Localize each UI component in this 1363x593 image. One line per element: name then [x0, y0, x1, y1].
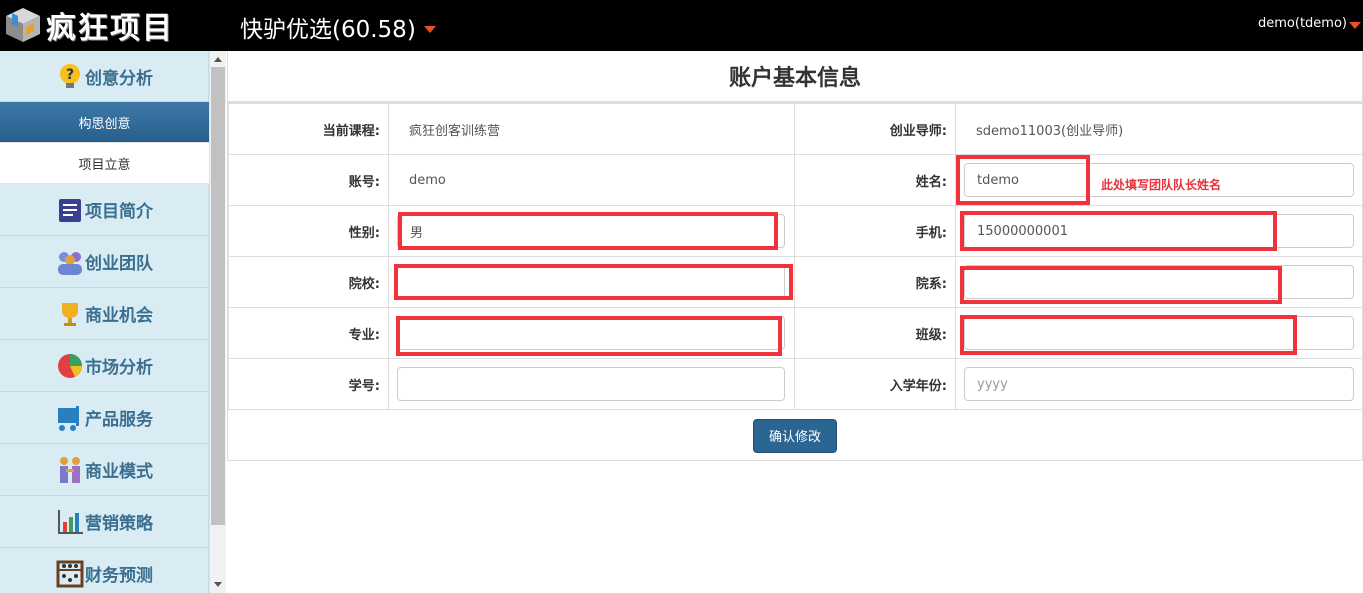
caret-down-icon [1349, 22, 1361, 29]
name-hint-text: 此处填写团队队长姓名 [1101, 178, 1222, 192]
department-input[interactable] [964, 265, 1354, 299]
lightbulb-question-icon: ? [55, 61, 85, 91]
school-input[interactable] [397, 265, 785, 299]
username: demo(tdemo) [1258, 16, 1347, 31]
scroll-up-arrow-icon[interactable] [214, 57, 222, 62]
account-info-panel: 账户基本信息 当前课程: 疯狂创客训练营 创业导师: sdemo11003(创业… [227, 51, 1363, 461]
account-cell: demo [388, 154, 795, 206]
enroll-year-cell: yyyy [955, 358, 1363, 410]
trophy-icon [55, 299, 85, 329]
course-label: 当前课程: [228, 103, 389, 155]
sidebar-category-business-model[interactable]: 商业模式 [0, 444, 209, 496]
mentor-label: 创业导师: [794, 103, 956, 155]
cube-logo-icon [2, 5, 44, 45]
table-row: 院校: 院系: [228, 256, 1363, 308]
sidebar-category-team[interactable]: 创业团队 [0, 236, 209, 288]
sidebar-category-label: 市场分析 [85, 358, 153, 378]
phone-input[interactable]: 15000000001 [964, 214, 1354, 248]
svg-text:?: ? [66, 67, 74, 83]
class-input[interactable] [964, 316, 1354, 350]
enroll-year-label: 入学年份: [794, 358, 956, 410]
sidebar-item-positioning[interactable]: 项目立意 [0, 143, 209, 184]
scroll-down-arrow-icon[interactable] [214, 582, 222, 587]
gender-input[interactable]: 男 [397, 214, 785, 248]
sidebar-category-marketing[interactable]: 营销策略 [0, 496, 209, 548]
major-label: 专业: [228, 307, 389, 359]
account-value: demo [409, 172, 446, 188]
school-cell [388, 256, 795, 308]
table-row: 专业: 班级: [228, 307, 1363, 359]
department-cell [955, 256, 1363, 308]
sidebar-category-label: 项目简介 [85, 202, 153, 222]
caret-down-icon [423, 25, 436, 33]
project-selector[interactable]: 快驴优选(60.58) [240, 10, 436, 44]
logo-text: 疯狂项目 [46, 11, 174, 46]
panel-title: 账户基本信息 [228, 51, 1362, 103]
mentor-cell: sdemo11003(创业导师) [955, 103, 1363, 155]
sidebar-category-products[interactable]: 产品服务 [0, 392, 209, 444]
team-icon [55, 247, 85, 277]
sidebar-category-label: 创业团队 [85, 254, 153, 274]
mentor-value: sdemo11003(创业导师) [976, 123, 1124, 139]
document-icon [55, 195, 85, 225]
sidebar-category-label: 创意分析 [85, 68, 153, 89]
phone-cell: 15000000001 [955, 205, 1363, 257]
sidebar-item-label: 项目立意 [78, 157, 131, 173]
confirm-button[interactable]: 确认修改 [753, 418, 837, 453]
class-label: 班级: [794, 307, 956, 359]
gender-cell: 男 [388, 205, 795, 257]
top-bar: 疯狂项目 快驴优选(60.58) demo(tdemo) [0, 0, 1363, 51]
sidebar-scrollbar[interactable] [209, 51, 226, 593]
major-cell [388, 307, 795, 359]
user-menu[interactable]: demo(tdemo) [1258, 16, 1361, 31]
table-row: 学号: 入学年份: yyyy [228, 358, 1363, 410]
school-label: 院校: [228, 256, 389, 308]
enroll-year-input[interactable]: yyyy [964, 367, 1354, 401]
logo[interactable]: 疯狂项目 [2, 3, 192, 47]
sidebar-category-label: 营销策略 [85, 514, 153, 534]
handshake-icon [55, 455, 85, 485]
account-info-table: 当前课程: 疯狂创客训练营 创业导师: sdemo11003(创业导师) 账号:… [228, 103, 1363, 410]
sidebar-item-concept[interactable]: 构思创意 [0, 102, 209, 143]
sidebar-category-label: 产品服务 [85, 410, 153, 430]
sidebar-category-idea-analysis[interactable]: ? 创意分析 [0, 51, 209, 102]
sidebar-menu: ? 创意分析 构思创意 项目立意 项目简介 创业团队 商业机会 市场分析 产品服… [0, 51, 209, 593]
sidebar: ? 创意分析 构思创意 项目立意 项目简介 创业团队 商业机会 市场分析 产品服… [0, 51, 226, 593]
account-label: 账号: [228, 154, 389, 206]
student-id-input[interactable] [397, 367, 785, 401]
course-value: 疯狂创客训练营 [409, 123, 501, 139]
student-id-cell [388, 358, 795, 410]
sidebar-category-market[interactable]: 市场分析 [0, 340, 209, 392]
abacus-icon [55, 559, 85, 589]
phone-label: 手机: [794, 205, 956, 257]
course-cell: 疯狂创客训练营 [388, 103, 795, 155]
submit-row: 确认修改 [228, 410, 1362, 461]
sidebar-category-project-intro[interactable]: 项目简介 [0, 184, 209, 236]
class-cell [955, 307, 1363, 359]
pie-chart-icon [55, 351, 85, 381]
cart-icon [55, 403, 85, 433]
sidebar-category-label: 商业机会 [85, 306, 153, 326]
sidebar-item-label: 构思创意 [78, 116, 131, 132]
sidebar-category-opportunity[interactable]: 商业机会 [0, 288, 209, 340]
table-row: 当前课程: 疯狂创客训练营 创业导师: sdemo11003(创业导师) [228, 103, 1363, 155]
scrollbar-thumb[interactable] [211, 67, 225, 525]
project-title: 快驴优选(60.58) [240, 17, 416, 43]
bar-chart-icon [55, 507, 85, 537]
gender-label: 性别: [228, 205, 389, 257]
department-label: 院系: [794, 256, 956, 308]
major-input[interactable] [397, 316, 785, 350]
name-label: 姓名: [794, 154, 956, 206]
table-row: 性别: 男 手机: 15000000001 [228, 205, 1363, 257]
sidebar-category-finance[interactable]: 财务预测 [0, 548, 209, 593]
sidebar-category-label: 商业模式 [85, 462, 153, 482]
sidebar-category-label: 财务预测 [85, 566, 153, 586]
student-id-label: 学号: [228, 358, 389, 410]
